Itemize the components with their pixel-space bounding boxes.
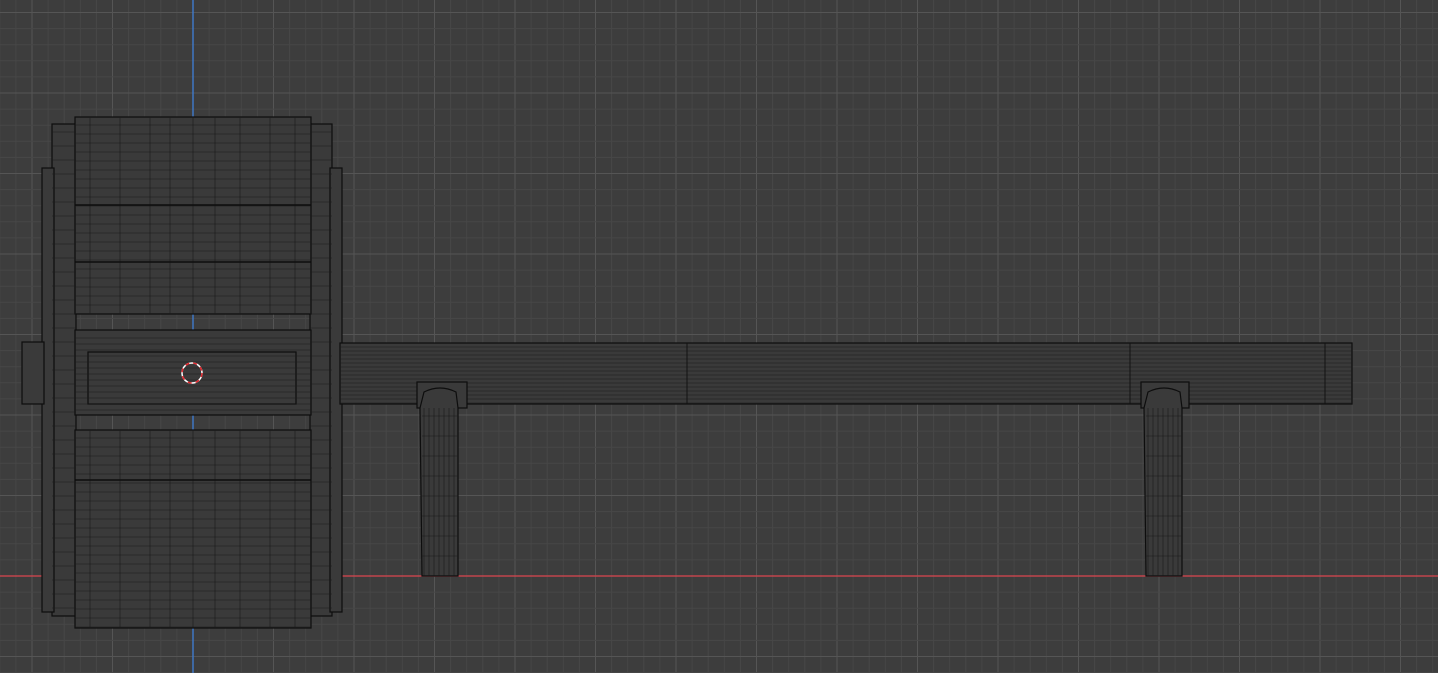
right-leg-mesh[interactable] <box>1140 381 1190 577</box>
beam-mesh[interactable] <box>339 342 1353 405</box>
3d-viewport[interactable] <box>0 0 1438 673</box>
